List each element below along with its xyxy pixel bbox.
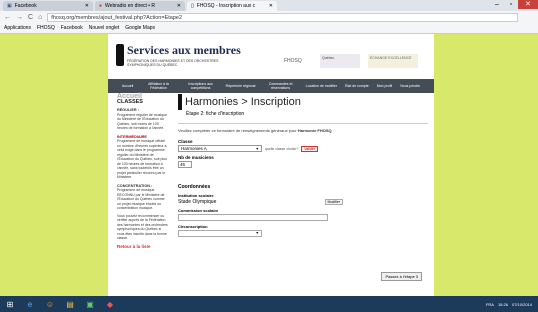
explorer-icon[interactable]: ▤	[64, 299, 76, 310]
classe-select[interactable]: Harmonies A ▼	[178, 145, 262, 152]
divider	[178, 123, 428, 124]
maximize-icon[interactable]: ▫	[504, 0, 518, 9]
fhosq-logo-icon	[116, 44, 124, 66]
radio-icon: ●	[99, 3, 103, 9]
circonscription-label: Circonscription	[178, 224, 208, 229]
classe-value: Harmonies A	[181, 146, 207, 151]
tab-facebook[interactable]: ▣ Facebook ✕	[3, 1, 93, 11]
fhosq-logo: FHOSQ	[284, 58, 302, 64]
reload-icon[interactable]: C	[28, 14, 33, 21]
close-icon[interactable]: ✕	[269, 1, 273, 11]
bookmark-google-maps[interactable]: Google Maps	[125, 25, 155, 31]
media-icon[interactable]: ☺	[44, 299, 56, 310]
page-icon: ▯	[191, 3, 194, 9]
ie-icon[interactable]: e	[24, 299, 36, 310]
title-mark-icon	[178, 94, 182, 110]
date: 07/10/2014	[511, 301, 532, 307]
chrome-icon[interactable]: ◆	[104, 299, 116, 310]
main-content: Harmonies > Inscription Étape 2: fiche d…	[178, 94, 428, 281]
tab-webradio[interactable]: ● Webradio en direct • R ✕	[95, 1, 185, 11]
clock[interactable]: 15:26	[498, 302, 508, 307]
close-icon[interactable]: ✕	[177, 1, 181, 11]
bookmark-facebook[interactable]: Facebook	[61, 25, 83, 31]
windows-start-icon[interactable]: ⊞	[4, 299, 16, 310]
classe-label: Classe	[178, 139, 193, 144]
partner-logo: ÉCHANGE EXCELLENCE	[368, 54, 418, 68]
commission-input[interactable]	[178, 214, 328, 221]
bookmarks-bar: Applications FHOSQ Facebook Nouvel ongle…	[0, 23, 538, 34]
menu-item-etat-compte[interactable]: État de compte	[345, 84, 369, 88]
forward-icon[interactable]: →	[16, 14, 23, 21]
site-page: Services aux membres FÉDÉRATION DES HARM…	[108, 34, 434, 296]
site-title: Services aux membres	[127, 43, 241, 57]
commission-label: Commission scolaire	[178, 208, 219, 213]
language-indicator[interactable]: FRA	[486, 302, 494, 307]
store-icon[interactable]: ▣	[84, 299, 96, 310]
sidebar-note: Vous pouvez recommencer ou vérifier aupr…	[117, 213, 168, 241]
close-icon[interactable]: ✕	[85, 1, 89, 11]
tab-bar: ▣ Facebook ✕ ● Webradio en direct • R ✕ ▯ FHO…	[0, 0, 538, 11]
nb-musicians-input[interactable]: 45	[178, 161, 192, 168]
tab-title: Webradio en direct • R	[105, 3, 156, 9]
menu-item-joindre[interactable]: Nous joindre	[400, 84, 420, 88]
minimize-icon[interactable]: –	[490, 0, 504, 9]
facebook-icon: ▣	[7, 3, 12, 9]
window-controls: – ▫ ✕	[490, 0, 538, 9]
close-window-icon[interactable]: ✕	[518, 0, 538, 9]
classe-help-link[interactable]: quelle classe choisir?	[265, 147, 298, 151]
system-tray: FRA 15:26 07/10/2014	[486, 296, 532, 312]
site-subtitle: FÉDÉRATION DES HARMONIES ET DES ORCHESTR…	[127, 59, 219, 67]
next-step-button[interactable]: Passez à l'étape 3	[381, 272, 422, 281]
circonscription-select[interactable]: ▼	[178, 230, 262, 237]
taskbar: ⊞ e ☺ ▤ ▣ ◆ FRA 15:26 07/10/2014	[0, 296, 538, 312]
menu-item-inscriptions[interactable]: Inscriptions aux compétitions	[184, 82, 218, 90]
sidebar-back-link[interactable]: Retour à la liste	[117, 244, 169, 250]
menu-item-accueil[interactable]: Accueil	[122, 84, 133, 88]
menu-item-repertoire[interactable]: Répertoire régional	[226, 84, 256, 88]
intro-label: Veuillez compléter ce formulaire de rens…	[178, 128, 298, 133]
sidebar-text: Programme de musique RECONNU par le Mini…	[117, 188, 165, 210]
sidebar-text: Programme de musique offrant un nombre d…	[117, 139, 167, 179]
intro-text: Veuillez compléter ce formulaire de rens…	[178, 128, 428, 133]
menu-item-commandes[interactable]: Commandes et réservations	[264, 82, 298, 90]
nb-label: Nb de musiciens	[178, 155, 214, 160]
institution-label: Institution scolaire	[178, 193, 214, 198]
back-icon[interactable]: ←	[4, 14, 11, 21]
intro-org: Harmonie FHOSQ	[297, 128, 332, 133]
step-label: Étape 2: fiche d'inscription	[186, 111, 245, 117]
site-header: Services aux membres FÉDÉRATION DES HARM…	[108, 34, 434, 79]
modify-button[interactable]: Modifier	[324, 199, 343, 205]
menu-item-profil[interactable]: Mon profil	[377, 84, 392, 88]
url-bar[interactable]: fhosq.org/membres/ajout_festival.php?Act…	[47, 12, 518, 22]
institution-value: Stade Olympique	[178, 199, 217, 205]
main-menu: Accueil Affiliation à la Fédération Insc…	[108, 79, 434, 93]
bookmark-fhosq[interactable]: FHOSQ	[37, 25, 55, 31]
quebec-logo: Québec	[320, 54, 360, 68]
chevron-down-icon: ▼	[255, 231, 259, 235]
home-icon[interactable]: ⌂	[38, 14, 42, 21]
tab-title: Facebook	[14, 3, 37, 9]
bookmark-new-tab[interactable]: Nouvel onglet	[89, 25, 120, 31]
page-title: Harmonies > Inscription	[185, 96, 301, 108]
tab-title: FHOSQ - Inscription aux c	[196, 3, 256, 9]
sidebar-heading: CLASSES	[117, 98, 143, 105]
menu-item-location[interactable]: Location de mobilier	[306, 84, 337, 88]
form-panel: Classe Harmonies A ▼ quelle classe choisi…	[178, 139, 343, 237]
chevron-down-icon: ▼	[255, 147, 259, 151]
sidebar-text: Programme régulier de musique du Ministè…	[117, 112, 167, 131]
menu-item-affiliation[interactable]: Affiliation à la Fédération	[141, 82, 175, 90]
tab-fhosq[interactable]: ▯ FHOSQ - Inscription aux c ✕	[187, 1, 277, 11]
institution-row: Stade Olympique Modifier	[178, 199, 343, 205]
bookmark-apps[interactable]: Applications	[4, 25, 31, 31]
address-row: ← → C ⌂ fhosq.org/membres/ajout_festival…	[0, 11, 538, 23]
page-title-row: Harmonies > Inscription	[178, 94, 428, 110]
validate-button[interactable]: Valider	[301, 145, 318, 152]
classe-row: Harmonies A ▼ quelle classe choisir? Vali…	[178, 145, 328, 152]
coord-title: Coordonnées	[178, 184, 211, 190]
browser-chrome: ▣ Facebook ✕ ● Webradio en direct • R ✕ ▯ FHO…	[0, 0, 538, 34]
sidebar: Accueil CLASSES RÉGULIER : Programme rég…	[117, 93, 169, 250]
